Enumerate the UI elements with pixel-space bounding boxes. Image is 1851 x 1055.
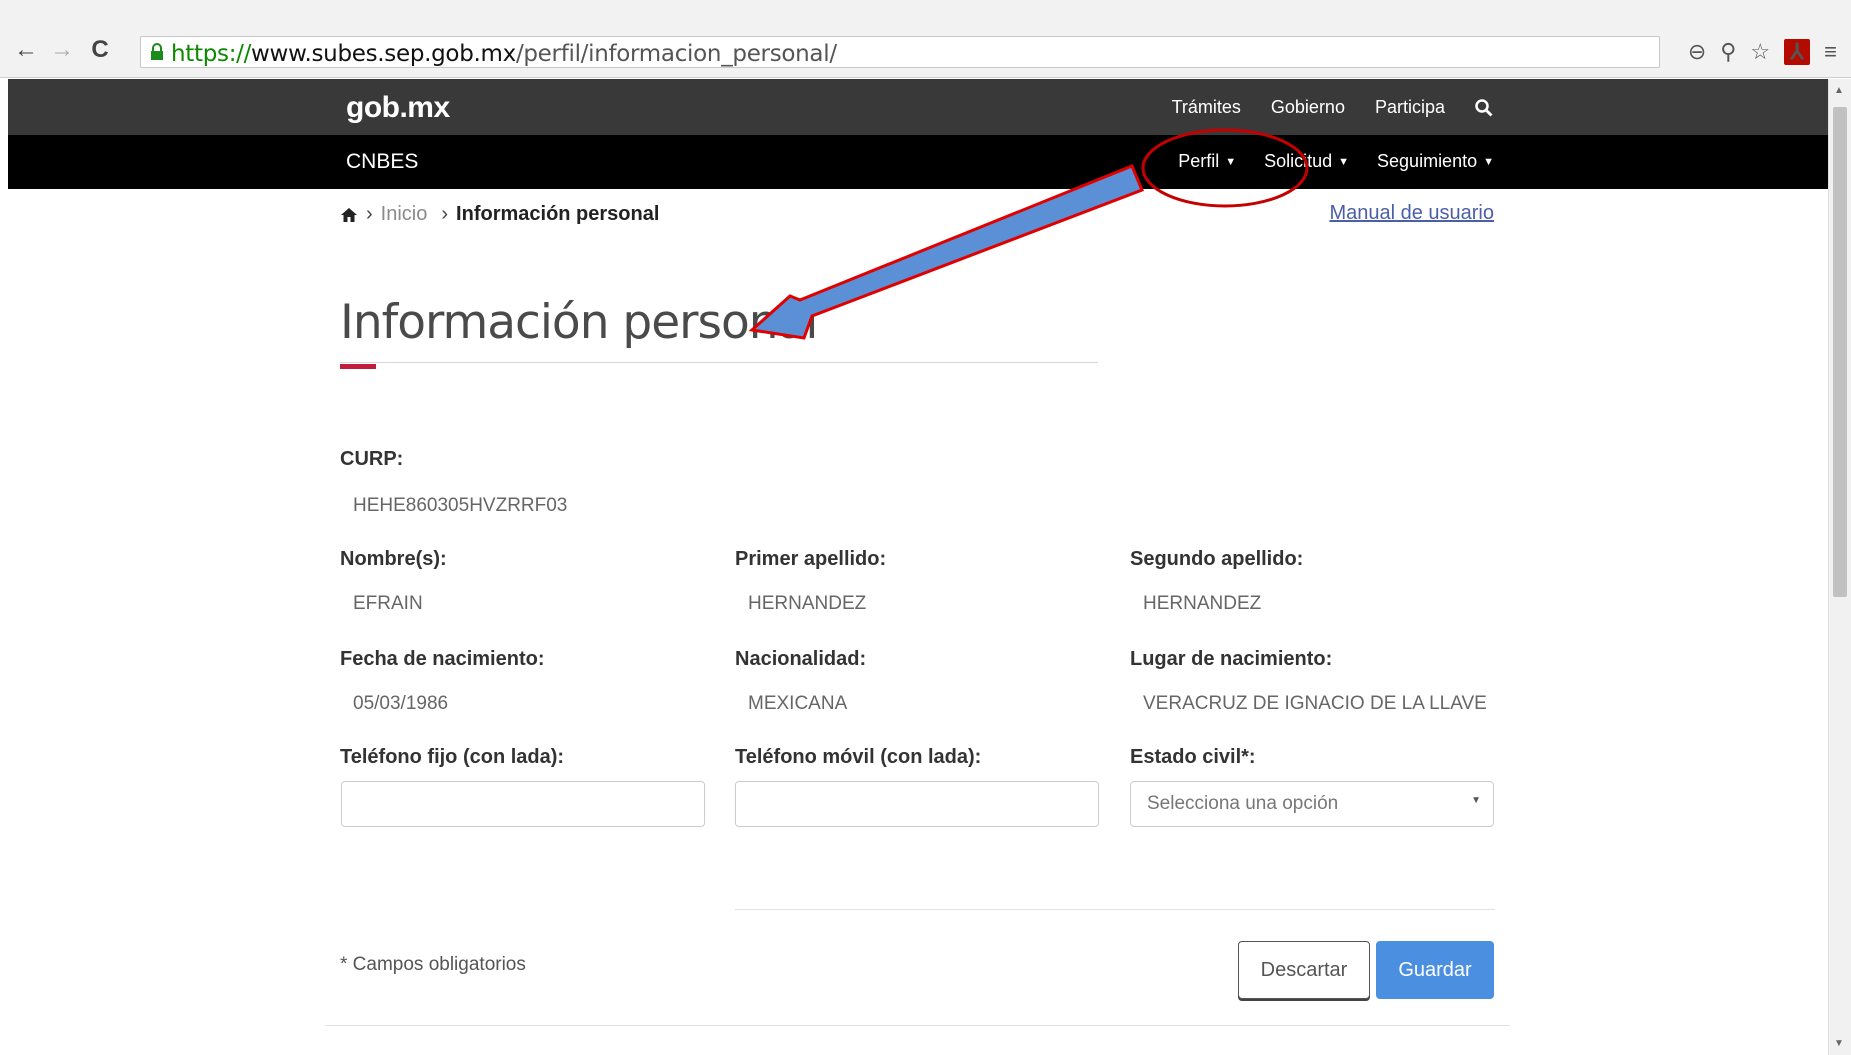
manual-de-usuario-link[interactable]: Manual de usuario bbox=[1329, 202, 1494, 225]
estado-civil-label: Estado civil*: bbox=[1130, 746, 1256, 768]
segundo-apellido-value: HERNANDEZ bbox=[1143, 593, 1262, 614]
gob-nav: Trámites Gobierno Participa bbox=[1172, 97, 1493, 118]
cnbes-nav: Perfil ▼ Solicitud ▼ Seguimiento ▼ bbox=[1178, 151, 1494, 172]
url-scheme: https:// bbox=[171, 41, 252, 67]
telefono-movil-input[interactable] bbox=[735, 781, 1099, 827]
cnbes-header: CNBES Perfil ▼ Solicitud ▼ Seguimiento ▼ bbox=[8, 135, 1828, 189]
lugar-nacimiento-value: VERACRUZ DE IGNACIO DE LA LLAVE bbox=[1143, 693, 1487, 714]
browser-extension-icons: ⊖ ⚲ ☆ ⅄ ≡ bbox=[1688, 36, 1851, 68]
curp-label: CURP: bbox=[340, 448, 404, 470]
breadcrumb: › Inicio › Información personal bbox=[340, 203, 659, 226]
forward-icon[interactable]: → bbox=[48, 36, 76, 64]
telefono-movil-label: Teléfono móvil (con lada): bbox=[735, 746, 982, 768]
search-icon[interactable] bbox=[1475, 98, 1493, 117]
menu-perfil-label: Perfil bbox=[1178, 151, 1220, 171]
menu-seguimiento[interactable]: Seguimiento ▼ bbox=[1377, 151, 1494, 172]
nombres-label: Nombre(s): bbox=[340, 548, 447, 570]
menu-seguimiento-label: Seguimiento bbox=[1377, 151, 1478, 171]
nacionalidad-value: MEXICANA bbox=[748, 693, 848, 714]
nav-participa[interactable]: Participa bbox=[1375, 97, 1445, 118]
fecha-nacimiento-value: 05/03/1986 bbox=[353, 693, 449, 714]
estado-civil-select[interactable]: Selecciona una opción ▼ bbox=[1130, 781, 1494, 827]
gob-logo[interactable]: gob.mx bbox=[346, 91, 450, 125]
select-arrow-icon: ▼ bbox=[1471, 795, 1481, 806]
discard-button[interactable]: Descartar bbox=[1238, 941, 1370, 999]
nombres-value: EFRAIN bbox=[353, 593, 423, 614]
key-icon[interactable]: ⚲ bbox=[1720, 39, 1736, 65]
primer-apellido-value: HERNANDEZ bbox=[748, 593, 867, 614]
url-path: /perfil/informacion_personal/ bbox=[515, 41, 837, 67]
scroll-up-icon[interactable]: ▲ bbox=[1834, 85, 1844, 96]
url-host: www.subes.sep.gob.mx bbox=[251, 41, 516, 67]
url-text: https://www.subes.sep.gob.mx/perfil/info… bbox=[171, 41, 837, 67]
estado-civil-placeholder: Selecciona una opción bbox=[1147, 793, 1339, 814]
caret-down-icon: ▼ bbox=[1483, 156, 1494, 169]
caret-down-icon: ▼ bbox=[1225, 156, 1237, 169]
telefono-fijo-input[interactable] bbox=[341, 781, 705, 827]
scroll-down-icon[interactable]: ▼ bbox=[1834, 1038, 1844, 1049]
pdf-extension-icon[interactable]: ⅄ bbox=[1784, 39, 1811, 65]
title-divider bbox=[340, 362, 1098, 363]
menu-solicitud[interactable]: Solicitud ▼ bbox=[1264, 151, 1349, 172]
nacionalidad-label: Nacionalidad: bbox=[735, 648, 867, 670]
nav-gobierno[interactable]: Gobierno bbox=[1271, 97, 1345, 118]
breadcrumb-current: Información personal bbox=[456, 203, 660, 225]
required-fields-note: * Campos obligatorios bbox=[340, 954, 526, 975]
breadcrumb-separator: › bbox=[441, 203, 449, 225]
home-icon[interactable] bbox=[340, 206, 358, 224]
zoom-icon[interactable]: ⊖ bbox=[1688, 39, 1706, 65]
reload-icon[interactable]: C bbox=[86, 36, 114, 64]
nav-tramites[interactable]: Trámites bbox=[1172, 97, 1241, 118]
save-button[interactable]: Guardar bbox=[1376, 941, 1494, 999]
curp-value: HEHE860305HVZRRF03 bbox=[353, 495, 568, 516]
menu-solicitud-label: Solicitud bbox=[1264, 151, 1333, 171]
browser-toolbar: ← → C https://www.subes.sep.gob.mx/perfi… bbox=[0, 0, 1851, 78]
fecha-nacimiento-label: Fecha de nacimiento: bbox=[340, 648, 545, 670]
telefono-fijo-label: Teléfono fijo (con lada): bbox=[340, 746, 565, 768]
breadcrumb-separator: › bbox=[366, 203, 373, 225]
page-title: Información personal bbox=[340, 295, 818, 350]
breadcrumb-inicio[interactable]: Inicio bbox=[381, 203, 428, 226]
primer-apellido-label: Primer apellido: bbox=[735, 548, 887, 570]
menu-perfil[interactable]: Perfil ▼ bbox=[1178, 151, 1236, 172]
page-scrollbar[interactable]: ▲ ▼ bbox=[1828, 79, 1851, 1055]
address-bar[interactable]: https://www.subes.sep.gob.mx/perfil/info… bbox=[140, 36, 1660, 68]
back-icon[interactable]: ← bbox=[12, 36, 40, 64]
star-icon[interactable]: ☆ bbox=[1750, 39, 1770, 65]
scroll-thumb[interactable] bbox=[1833, 107, 1847, 597]
menu-icon[interactable]: ≡ bbox=[1824, 39, 1837, 65]
caret-down-icon: ▼ bbox=[1338, 156, 1350, 169]
bottom-divider bbox=[325, 1025, 1510, 1026]
title-accent-bar bbox=[340, 364, 376, 369]
lock-icon bbox=[151, 43, 163, 60]
segundo-apellido-label: Segundo apellido: bbox=[1130, 548, 1304, 570]
lugar-nacimiento-label: Lugar de nacimiento: bbox=[1130, 648, 1333, 670]
actions-divider bbox=[735, 909, 1495, 910]
gob-header: gob.mx Trámites Gobierno Participa bbox=[8, 79, 1828, 135]
cnbes-title[interactable]: CNBES bbox=[346, 150, 418, 174]
